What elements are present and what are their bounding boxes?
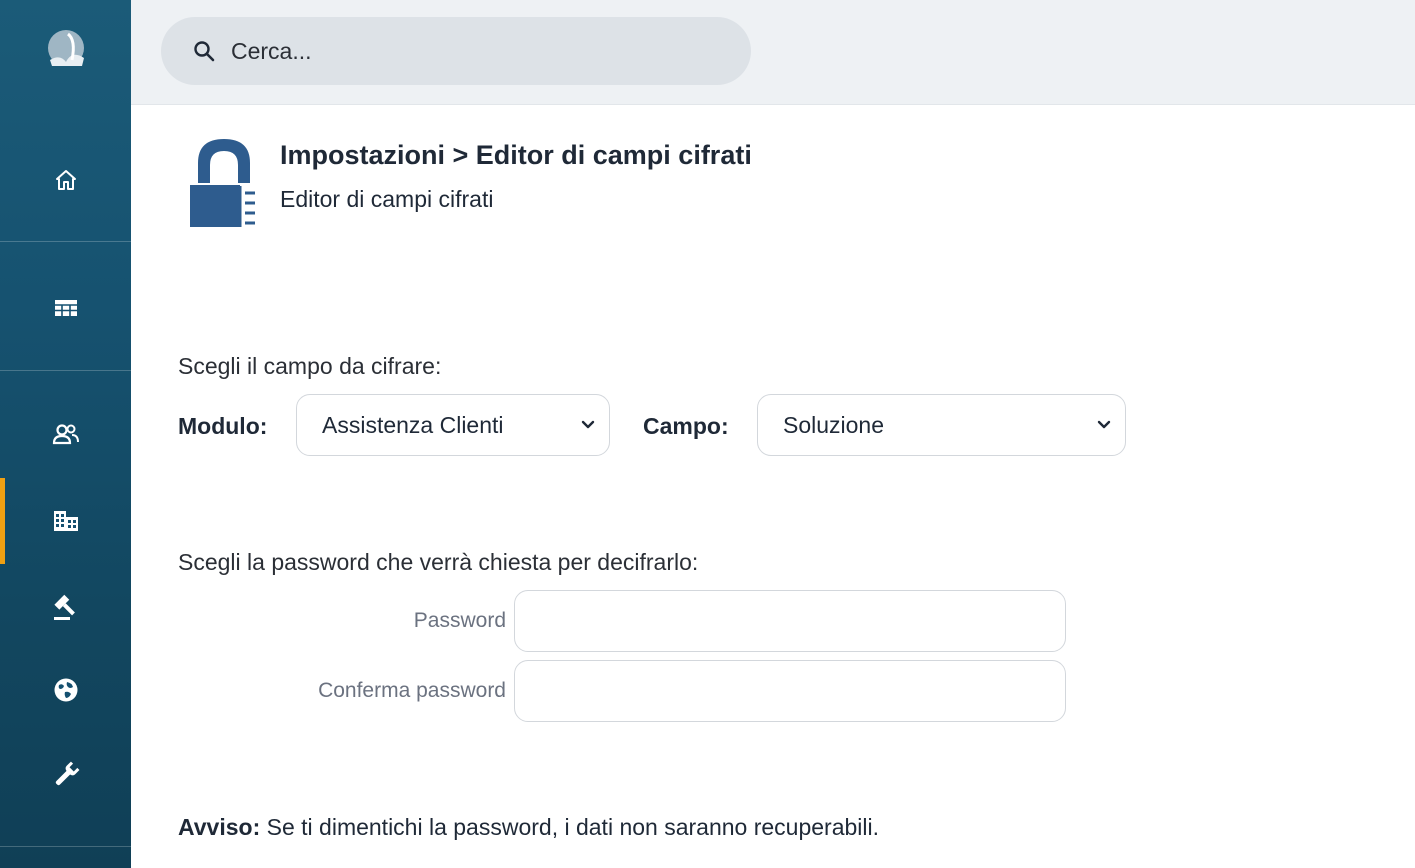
page-title: Impostazioni > Editor di campi cifrati: [280, 140, 752, 170]
choose-field-label: Scegli il campo da cifrare:: [178, 353, 442, 379]
warning-prefix: Avviso:: [178, 814, 261, 840]
warning-message: Avviso: Se ti dimentichi la password, i …: [178, 814, 879, 841]
module-select-value: Assistenza Clienti: [322, 411, 504, 438]
search-input[interactable]: [229, 36, 713, 66]
lock-icon: [190, 139, 258, 227]
sidebar-item-contacts[interactable]: [0, 405, 131, 465]
confirm-password-input[interactable]: [514, 660, 1066, 722]
contacts-icon: [52, 424, 79, 445]
sidebar-divider: [0, 846, 131, 847]
search-bar[interactable]: [161, 17, 751, 85]
home-icon: [55, 170, 76, 190]
sidebar-item-grid[interactable]: [0, 278, 131, 338]
sidebar-item-tools[interactable]: [0, 745, 131, 805]
wrench-icon: [55, 761, 79, 786]
module-label: Modulo:: [178, 413, 268, 439]
module-select[interactable]: Assistenza Clienti: [296, 394, 610, 456]
gavel-icon: [53, 594, 75, 620]
building-icon: [53, 511, 78, 531]
field-select[interactable]: Soluzione: [757, 394, 1126, 456]
sidebar-divider: [0, 370, 131, 371]
password-label: Password: [413, 609, 506, 632]
app-logo[interactable]: [0, 14, 131, 86]
sidebar-item-home[interactable]: [0, 150, 131, 210]
field-label: Campo:: [643, 413, 729, 439]
page-subtitle: Editor di campi cifrati: [280, 186, 494, 212]
globe-icon: [54, 678, 77, 702]
top-bar: [131, 0, 1415, 105]
warning-text: Se ti dimentichi la password, i dati non…: [260, 814, 880, 840]
sidebar-item-organizations[interactable]: [0, 491, 131, 551]
confirm-password-label: Conferma password: [318, 679, 506, 702]
password-input[interactable]: [514, 590, 1066, 652]
sidebar-item-legal[interactable]: [0, 577, 131, 637]
field-select-value: Soluzione: [783, 411, 885, 438]
chevron-down-icon: [1097, 420, 1111, 429]
sidebar-divider: [0, 241, 131, 242]
chevron-down-icon: [581, 420, 595, 429]
choose-password-label: Scegli la password che verrà chiesta per…: [178, 549, 699, 575]
grid-icon: [54, 300, 77, 316]
search-icon: [194, 41, 215, 62]
logo-icon: [47, 30, 84, 66]
sidebar: [0, 0, 131, 868]
sidebar-item-globe[interactable]: [0, 660, 131, 720]
